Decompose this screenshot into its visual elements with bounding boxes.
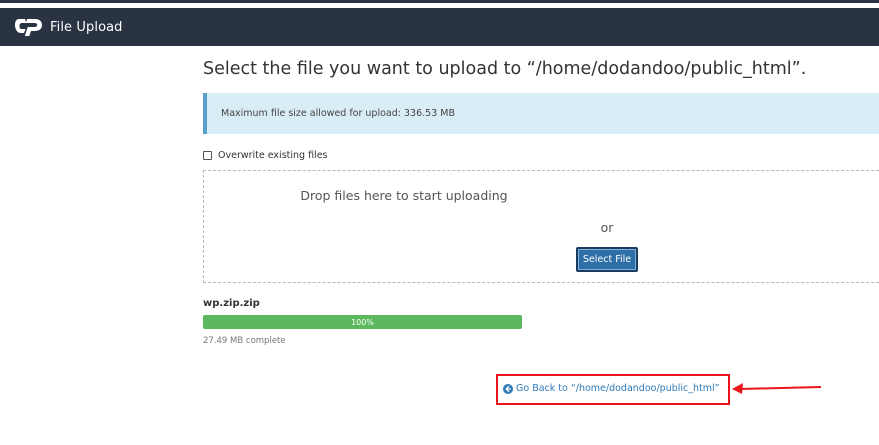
overwrite-checkbox[interactable] [203, 151, 212, 160]
upload-progress-bar: 100% [203, 315, 522, 329]
upload-progress-fill: 100% [203, 315, 522, 329]
go-back-label: Go Back to “/home/dodandoo/public_html” [516, 383, 720, 394]
arrow-circle-left-icon [503, 383, 513, 394]
overwrite-option[interactable]: Overwrite existing files [203, 150, 328, 161]
upload-status: 27.49 MB complete [203, 336, 286, 346]
uploaded-filename: wp.zip.zip [203, 298, 260, 309]
top-accent [0, 0, 879, 3]
go-back-link[interactable]: Go Back to “/home/dodandoo/public_html” [503, 383, 720, 394]
page-title: Select the file you want to upload to “/… [203, 59, 807, 79]
max-size-text: Maximum file size allowed for upload: 33… [221, 108, 455, 119]
app-header: File Upload [0, 8, 879, 46]
cpanel-logo-icon[interactable] [14, 16, 48, 38]
or-separator: or [600, 220, 614, 235]
upload-progress-label: 100% [351, 317, 374, 327]
top-strip [0, 0, 879, 5]
app-title: File Upload [50, 19, 123, 35]
select-file-button[interactable]: Select File [576, 247, 638, 272]
overwrite-label: Overwrite existing files [218, 150, 328, 161]
drop-instructions: Drop files here to start uploading [300, 188, 508, 203]
annotation-arrow-icon [732, 383, 822, 394]
max-size-alert: Maximum file size allowed for upload: 33… [203, 93, 879, 134]
